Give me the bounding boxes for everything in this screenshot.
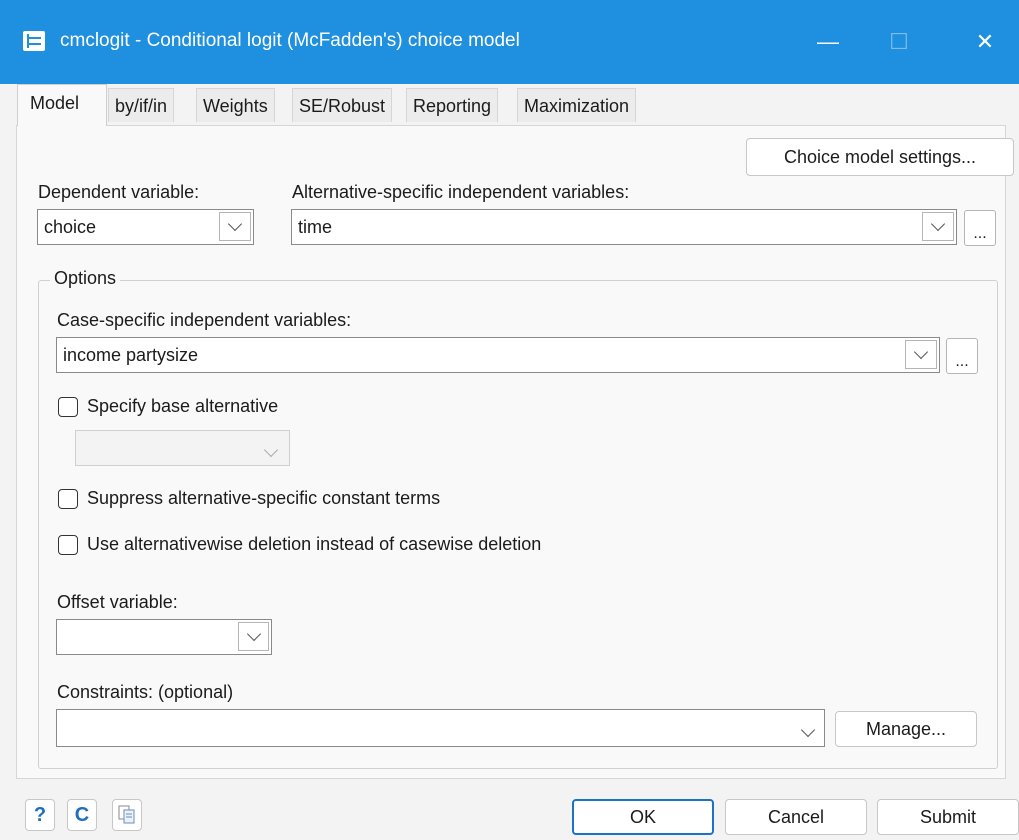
case-specific-value: income partysize <box>63 345 199 365</box>
base-alternative-checkbox[interactable] <box>58 397 78 417</box>
chevron-down-icon <box>913 344 929 360</box>
chevron-down-icon <box>262 440 280 458</box>
tab-model[interactable]: Model <box>17 84 107 126</box>
dependent-variable-label: Dependent variable: <box>38 182 200 202</box>
alt-specific-value: time <box>298 217 333 237</box>
app-icon <box>23 31 45 51</box>
copy-icon[interactable] <box>112 799 142 831</box>
help-icon[interactable]: ? <box>25 799 55 831</box>
chevron-down-icon <box>930 216 946 232</box>
window-title: cmclogit - Conditional logit (McFadden's… <box>60 30 520 51</box>
reset-icon[interactable]: C <box>67 799 97 831</box>
case-specific-ellipsis-button[interactable]: ... <box>946 338 978 374</box>
tab-by-if-in[interactable]: by/if/in <box>108 88 175 122</box>
ok-button[interactable]: OK <box>572 799 714 835</box>
alt-specific-input[interactable]: time <box>291 209 957 245</box>
offset-dropdown-button[interactable] <box>238 622 269 651</box>
suppress-constant-label: Suppress alternative-specific constant t… <box>87 488 441 508</box>
case-specific-dropdown-button[interactable] <box>905 340 937 369</box>
constraints-combo[interactable] <box>56 709 825 747</box>
alt-specific-dropdown-button[interactable] <box>922 212 954 241</box>
dependent-variable-value: choice <box>44 217 97 237</box>
tab-reporting[interactable]: Reporting <box>406 88 499 122</box>
offset-label: Offset variable: <box>57 592 178 612</box>
suppress-constant-checkbox[interactable] <box>58 489 78 509</box>
alt-specific-ellipsis-button[interactable]: ... <box>964 210 996 246</box>
cancel-button[interactable]: Cancel <box>725 799 867 835</box>
case-specific-input[interactable]: income partysize <box>56 337 940 373</box>
case-specific-label: Case-specific independent variables: <box>57 310 352 330</box>
manage-constraints-button[interactable]: Manage... <box>835 711 977 747</box>
choice-model-settings-button[interactable]: Choice model settings... <box>746 138 1014 176</box>
base-alternative-combo <box>75 430 290 466</box>
chevron-down-icon <box>246 626 261 642</box>
alternativewise-label: Use alternativewise deletion instead of … <box>87 534 542 554</box>
dependent-variable-dropdown-button[interactable] <box>219 212 251 241</box>
close-button[interactable]: ✕ <box>965 24 1005 60</box>
tab-maximization[interactable]: Maximization <box>517 88 637 122</box>
tab-weights[interactable]: Weights <box>196 88 275 122</box>
chevron-down-icon[interactable] <box>799 720 817 738</box>
alternativewise-checkbox[interactable] <box>58 535 78 555</box>
alt-specific-label: Alternative-specific independent variabl… <box>292 182 630 202</box>
options-group-title: Options <box>50 268 121 289</box>
base-alternative-label: Specify base alternative <box>87 396 279 416</box>
submit-button[interactable]: Submit <box>877 799 1019 835</box>
minimize-button[interactable]: — <box>808 24 848 60</box>
tab-se-robust[interactable]: SE/Robust <box>292 88 393 122</box>
constraints-label: Constraints: (optional) <box>57 682 234 702</box>
chevron-down-icon <box>227 216 243 232</box>
maximize-button: ☐ <box>889 29 909 54</box>
